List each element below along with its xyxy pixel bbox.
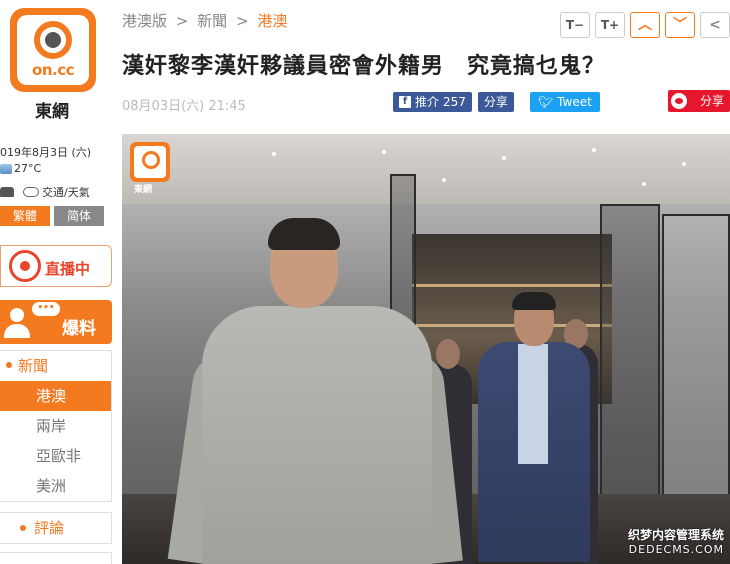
twitter-bird-icon: 🐦︎ xyxy=(537,95,554,109)
current-date: 019年8月3日 (六) xyxy=(0,146,92,159)
weibo-share-button[interactable]: 分享 xyxy=(668,90,730,112)
share-bar: f 推介 257 分享 🐦︎ Tweet xyxy=(393,92,600,112)
traffic-weather-link[interactable]: 交通/天氣 xyxy=(0,184,90,200)
live-label: 直播中 xyxy=(45,260,91,278)
publish-time: 08月03日(六) 21:45 xyxy=(122,99,246,114)
facebook-icon: f xyxy=(399,96,411,108)
nav-item-asia-europe-africa[interactable]: 亞歐非 xyxy=(0,441,111,471)
temperature: 27°C xyxy=(14,162,42,175)
weather-widget: 27°C xyxy=(0,162,41,175)
back-button[interactable]: < xyxy=(700,12,730,38)
tweet-button[interactable]: 🐦︎ Tweet xyxy=(529,92,600,112)
facebook-like-label: 推介 xyxy=(415,95,440,109)
previous-article-button[interactable]: ︿ xyxy=(630,12,660,38)
facebook-like-button[interactable]: f 推介 257 xyxy=(393,92,472,112)
font-smaller-button[interactable]: T− xyxy=(560,12,590,38)
photo-logo-name: 東網 xyxy=(134,185,153,195)
car-icon xyxy=(0,187,14,197)
logo-ring-icon xyxy=(34,21,72,59)
breadcrumb-category[interactable]: 新聞 xyxy=(197,12,227,30)
photo-person-second xyxy=(472,292,592,564)
nav-head-label: 新聞 xyxy=(18,357,49,375)
news-nav: 新聞 港澳 兩岸 亞歐非 美洲 xyxy=(0,350,112,502)
news-tip-label: 爆料 xyxy=(62,319,96,339)
news-tip-button[interactable]: ••• 爆料 xyxy=(0,300,112,344)
font-larger-button[interactable]: T+ xyxy=(595,12,625,38)
sidebar: on.cc 東網 019年8月3日 (六) 27°C 交通/天氣 繁體 简体 直… xyxy=(0,0,114,564)
watermark-line1: 织梦内容管理系统 xyxy=(627,528,724,542)
simplified-chinese-button[interactable]: 简体 xyxy=(54,206,104,226)
next-article-button[interactable]: ﹀ xyxy=(665,12,695,38)
bullet-icon xyxy=(6,362,12,368)
chat-bubble-icon: ••• xyxy=(32,302,60,316)
facebook-share-button[interactable]: 分享 xyxy=(477,92,514,112)
photo-logo-icon xyxy=(130,142,170,182)
article-toolbar: T− T+ ︿ ﹀ < xyxy=(560,12,730,38)
facebook-like-count: 257 xyxy=(443,95,466,109)
nav-comment[interactable]: 評論 xyxy=(0,512,112,544)
breadcrumb: 港澳版 > 新聞 > 港澳 xyxy=(122,10,287,31)
article-title: 漢奸黎李漢奸夥議員密會外籍男 究竟搞乜鬼？ xyxy=(122,54,606,79)
weather-icon xyxy=(0,163,12,174)
watermark-line2: DEDECMS.COM xyxy=(628,543,724,556)
breadcrumb-separator: > xyxy=(175,12,189,30)
language-switcher: 繁體 简体 xyxy=(0,206,104,226)
tweet-label: Tweet xyxy=(557,95,592,109)
person-icon xyxy=(4,308,30,338)
traditional-chinese-button[interactable]: 繁體 xyxy=(0,206,50,226)
photo-person-main xyxy=(167,214,463,564)
article-photo[interactable]: 東網 织梦内容管理系统 DEDECMS.COM xyxy=(122,134,730,564)
breadcrumb-section[interactable]: 港澳版 xyxy=(122,12,167,30)
live-button[interactable]: 直播中 xyxy=(0,245,112,287)
nav-item-cross-strait[interactable]: 兩岸 xyxy=(0,411,111,441)
brand-name: 東網 xyxy=(35,102,69,122)
cloud-icon xyxy=(23,187,39,197)
logo-text: on.cc xyxy=(32,61,74,79)
nav-item-hk-macau[interactable]: 港澳 xyxy=(0,381,111,411)
weibo-icon xyxy=(671,93,687,109)
breadcrumb-current[interactable]: 港澳 xyxy=(257,12,287,30)
bullet-icon xyxy=(20,525,26,531)
photo-watermark: 织梦内容管理系统 DEDECMS.COM xyxy=(628,526,724,556)
logo-inner: on.cc xyxy=(17,15,89,85)
comment-label: 評論 xyxy=(34,519,65,537)
nav-item-americas[interactable]: 美洲 xyxy=(0,471,111,501)
live-broadcast-icon xyxy=(9,250,41,282)
photo-ceiling xyxy=(122,134,730,204)
site-logo[interactable]: on.cc xyxy=(10,8,96,92)
nav-next-item[interactable] xyxy=(0,552,112,564)
breadcrumb-separator: > xyxy=(235,12,249,30)
traffic-weather-label: 交通/天氣 xyxy=(42,186,90,199)
weibo-share-label: 分享 xyxy=(699,94,724,108)
nav-head-news[interactable]: 新聞 xyxy=(0,351,111,381)
